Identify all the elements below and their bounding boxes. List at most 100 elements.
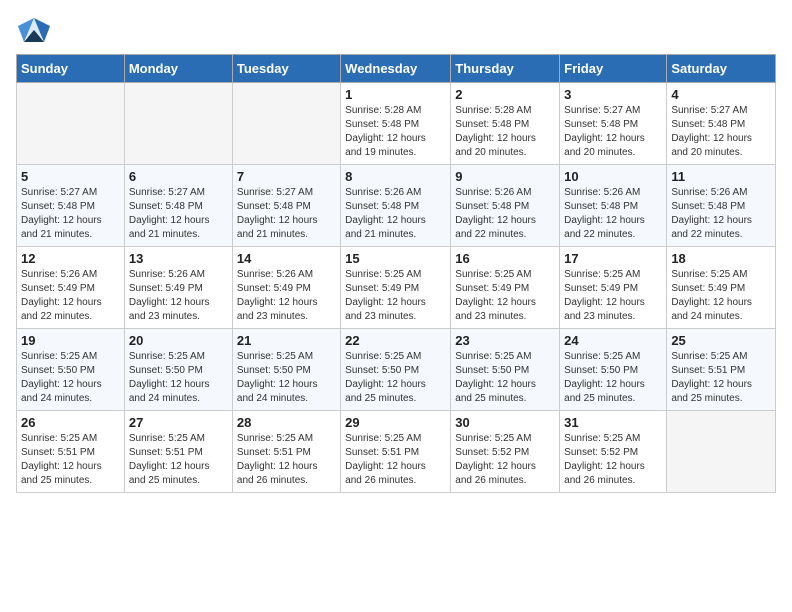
day-info: Sunrise: 5:27 AM Sunset: 5:48 PM Dayligh… bbox=[671, 104, 771, 160]
day-info: Sunrise: 5:25 AM Sunset: 5:49 PM Dayligh… bbox=[671, 268, 771, 324]
day-info: Sunrise: 5:26 AM Sunset: 5:49 PM Dayligh… bbox=[129, 268, 228, 324]
day-info: Sunrise: 5:26 AM Sunset: 5:48 PM Dayligh… bbox=[455, 186, 555, 242]
day-number: 30 bbox=[455, 415, 555, 430]
day-number: 29 bbox=[345, 415, 446, 430]
day-number: 12 bbox=[21, 251, 120, 266]
day-number: 20 bbox=[129, 333, 228, 348]
day-number: 26 bbox=[21, 415, 120, 430]
header bbox=[16, 16, 776, 44]
day-cell: 13 Sunrise: 5:26 AM Sunset: 5:49 PM Dayli… bbox=[124, 247, 232, 329]
day-number: 22 bbox=[345, 333, 446, 348]
day-cell: 24 Sunrise: 5:25 AM Sunset: 5:50 PM Dayli… bbox=[560, 329, 667, 411]
weekday-saturday: Saturday bbox=[667, 55, 776, 83]
day-number: 24 bbox=[564, 333, 662, 348]
day-number: 25 bbox=[671, 333, 771, 348]
day-info: Sunrise: 5:25 AM Sunset: 5:51 PM Dayligh… bbox=[345, 432, 446, 488]
day-number: 18 bbox=[671, 251, 771, 266]
day-cell: 6 Sunrise: 5:27 AM Sunset: 5:48 PM Daylig… bbox=[124, 165, 232, 247]
day-cell: 28Sunrise: 5:25 AM Sunset: 5:51 PM Dayli… bbox=[232, 411, 340, 493]
week-row-3: 12 Sunrise: 5:26 AM Sunset: 5:49 PM Dayli… bbox=[17, 247, 776, 329]
day-number: 11 bbox=[671, 169, 771, 184]
weekday-friday: Friday bbox=[560, 55, 667, 83]
day-number: 3 bbox=[564, 87, 662, 102]
day-cell: 2 Sunrise: 5:28 AM Sunset: 5:48 PM Daylig… bbox=[451, 83, 560, 165]
logo bbox=[16, 16, 56, 44]
calendar-table: SundayMondayTuesdayWednesdayThursdayFrid… bbox=[16, 54, 776, 493]
day-info: Sunrise: 5:27 AM Sunset: 5:48 PM Dayligh… bbox=[129, 186, 228, 242]
day-number: 5 bbox=[21, 169, 120, 184]
day-cell: 14 Sunrise: 5:26 AM Sunset: 5:49 PM Dayli… bbox=[232, 247, 340, 329]
day-cell: 29 Sunrise: 5:25 AM Sunset: 5:51 PM Dayli… bbox=[341, 411, 451, 493]
week-row-1: 1 Sunrise: 5:28 AM Sunset: 5:48 PM Daylig… bbox=[17, 83, 776, 165]
day-cell: 11Sunrise: 5:26 AM Sunset: 5:48 PM Dayli… bbox=[667, 165, 776, 247]
day-info: Sunrise: 5:25 AM Sunset: 5:51 PM Dayligh… bbox=[671, 350, 771, 406]
day-info: Sunrise: 5:25 AM Sunset: 5:50 PM Dayligh… bbox=[455, 350, 555, 406]
day-cell bbox=[17, 83, 125, 165]
day-info: Sunrise: 5:25 AM Sunset: 5:52 PM Dayligh… bbox=[455, 432, 555, 488]
day-info: Sunrise: 5:25 AM Sunset: 5:50 PM Dayligh… bbox=[564, 350, 662, 406]
day-info: Sunrise: 5:28 AM Sunset: 5:48 PM Dayligh… bbox=[345, 104, 446, 160]
day-number: 15 bbox=[345, 251, 446, 266]
day-cell: 8Sunrise: 5:26 AM Sunset: 5:48 PM Daylig… bbox=[341, 165, 451, 247]
day-number: 28 bbox=[237, 415, 336, 430]
day-cell: 30 Sunrise: 5:25 AM Sunset: 5:52 PM Dayli… bbox=[451, 411, 560, 493]
weekday-header-row: SundayMondayTuesdayWednesdayThursdayFrid… bbox=[17, 55, 776, 83]
logo-icon bbox=[16, 16, 52, 44]
day-cell: 1 Sunrise: 5:28 AM Sunset: 5:48 PM Daylig… bbox=[341, 83, 451, 165]
day-cell: 10Sunrise: 5:26 AM Sunset: 5:48 PM Dayli… bbox=[560, 165, 667, 247]
day-cell: 20Sunrise: 5:25 AM Sunset: 5:50 PM Dayli… bbox=[124, 329, 232, 411]
day-info: Sunrise: 5:25 AM Sunset: 5:51 PM Dayligh… bbox=[129, 432, 228, 488]
week-row-5: 26 Sunrise: 5:25 AM Sunset: 5:51 PM Dayli… bbox=[17, 411, 776, 493]
week-row-2: 5 Sunrise: 5:27 AM Sunset: 5:48 PM Daylig… bbox=[17, 165, 776, 247]
day-info: Sunrise: 5:25 AM Sunset: 5:49 PM Dayligh… bbox=[455, 268, 555, 324]
day-number: 14 bbox=[237, 251, 336, 266]
day-info: Sunrise: 5:26 AM Sunset: 5:49 PM Dayligh… bbox=[237, 268, 336, 324]
day-number: 9 bbox=[455, 169, 555, 184]
day-number: 1 bbox=[345, 87, 446, 102]
day-number: 6 bbox=[129, 169, 228, 184]
day-cell: 3Sunrise: 5:27 AM Sunset: 5:48 PM Daylig… bbox=[560, 83, 667, 165]
weekday-monday: Monday bbox=[124, 55, 232, 83]
day-number: 21 bbox=[237, 333, 336, 348]
day-number: 17 bbox=[564, 251, 662, 266]
day-cell bbox=[232, 83, 340, 165]
day-info: Sunrise: 5:25 AM Sunset: 5:50 PM Dayligh… bbox=[345, 350, 446, 406]
day-info: Sunrise: 5:25 AM Sunset: 5:49 PM Dayligh… bbox=[564, 268, 662, 324]
day-info: Sunrise: 5:25 AM Sunset: 5:49 PM Dayligh… bbox=[345, 268, 446, 324]
day-cell: 31Sunrise: 5:25 AM Sunset: 5:52 PM Dayli… bbox=[560, 411, 667, 493]
day-cell: 17 Sunrise: 5:25 AM Sunset: 5:49 PM Dayli… bbox=[560, 247, 667, 329]
day-cell: 5Sunrise: 5:27 AM Sunset: 5:48 PM Daylig… bbox=[17, 165, 125, 247]
day-cell: 15 Sunrise: 5:25 AM Sunset: 5:49 PM Dayli… bbox=[341, 247, 451, 329]
day-number: 7 bbox=[237, 169, 336, 184]
day-cell: 26 Sunrise: 5:25 AM Sunset: 5:51 PM Dayli… bbox=[17, 411, 125, 493]
day-cell: 4Sunrise: 5:27 AM Sunset: 5:48 PM Daylig… bbox=[667, 83, 776, 165]
day-info: Sunrise: 5:25 AM Sunset: 5:50 PM Dayligh… bbox=[237, 350, 336, 406]
weekday-thursday: Thursday bbox=[451, 55, 560, 83]
week-row-4: 19 Sunrise: 5:25 AM Sunset: 5:50 PM Dayli… bbox=[17, 329, 776, 411]
day-info: Sunrise: 5:26 AM Sunset: 5:48 PM Dayligh… bbox=[564, 186, 662, 242]
day-info: Sunrise: 5:25 AM Sunset: 5:50 PM Dayligh… bbox=[21, 350, 120, 406]
day-info: Sunrise: 5:26 AM Sunset: 5:49 PM Dayligh… bbox=[21, 268, 120, 324]
day-cell: 7 Sunrise: 5:27 AM Sunset: 5:48 PM Daylig… bbox=[232, 165, 340, 247]
day-cell: 18 Sunrise: 5:25 AM Sunset: 5:49 PM Dayli… bbox=[667, 247, 776, 329]
day-info: Sunrise: 5:28 AM Sunset: 5:48 PM Dayligh… bbox=[455, 104, 555, 160]
day-number: 23 bbox=[455, 333, 555, 348]
day-cell: 23 Sunrise: 5:25 AM Sunset: 5:50 PM Dayli… bbox=[451, 329, 560, 411]
day-number: 8 bbox=[345, 169, 446, 184]
page: SundayMondayTuesdayWednesdayThursdayFrid… bbox=[0, 0, 792, 509]
day-number: 2 bbox=[455, 87, 555, 102]
day-cell: 27 Sunrise: 5:25 AM Sunset: 5:51 PM Dayli… bbox=[124, 411, 232, 493]
weekday-sunday: Sunday bbox=[17, 55, 125, 83]
day-number: 27 bbox=[129, 415, 228, 430]
day-cell: 9 Sunrise: 5:26 AM Sunset: 5:48 PM Daylig… bbox=[451, 165, 560, 247]
day-number: 13 bbox=[129, 251, 228, 266]
day-number: 19 bbox=[21, 333, 120, 348]
day-cell bbox=[124, 83, 232, 165]
day-cell: 22 Sunrise: 5:25 AM Sunset: 5:50 PM Dayli… bbox=[341, 329, 451, 411]
day-cell: 19 Sunrise: 5:25 AM Sunset: 5:50 PM Dayli… bbox=[17, 329, 125, 411]
day-cell: 12 Sunrise: 5:26 AM Sunset: 5:49 PM Dayli… bbox=[17, 247, 125, 329]
day-cell: 21 Sunrise: 5:25 AM Sunset: 5:50 PM Dayli… bbox=[232, 329, 340, 411]
day-cell: 25 Sunrise: 5:25 AM Sunset: 5:51 PM Dayli… bbox=[667, 329, 776, 411]
day-info: Sunrise: 5:25 AM Sunset: 5:51 PM Dayligh… bbox=[21, 432, 120, 488]
day-info: Sunrise: 5:27 AM Sunset: 5:48 PM Dayligh… bbox=[237, 186, 336, 242]
